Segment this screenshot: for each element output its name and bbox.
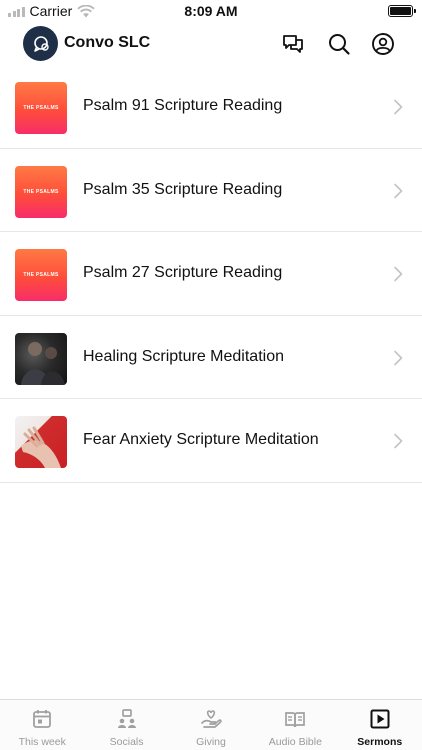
tab-sermons[interactable]: Sermons xyxy=(338,700,422,750)
search-button[interactable] xyxy=(327,32,351,56)
tab-this-week[interactable]: This week xyxy=(0,700,84,750)
sermon-row[interactable]: THE PSALMS Psalm 27 Scripture Reading xyxy=(0,232,422,316)
tab-audio-bible[interactable]: Audio Bible xyxy=(253,700,337,750)
tab-label: Socials xyxy=(109,736,144,748)
chevron-right-icon xyxy=(394,183,403,198)
hand-photo-image xyxy=(21,426,61,468)
tab-label: Audio Bible xyxy=(268,736,322,748)
sermon-row[interactable]: Healing Scripture Meditation xyxy=(0,316,422,399)
audio-bible-icon xyxy=(285,712,306,728)
tab-bar: This week Socials Giving Audio Bible Ser… xyxy=(0,699,422,750)
sermon-row[interactable]: THE PSALMS Psalm 91 Scripture Reading xyxy=(0,65,422,149)
sermon-thumbnail xyxy=(15,332,67,385)
tab-label: Sermons xyxy=(357,736,403,748)
logo-chat-icon xyxy=(33,35,49,52)
sermon-title: Psalm 27 Scripture Reading xyxy=(83,264,283,281)
battery-icon xyxy=(388,5,416,17)
sermon-title: Psalm 35 Scripture Reading xyxy=(83,180,283,198)
socials-icon xyxy=(117,709,136,728)
search-icon xyxy=(329,34,350,55)
sermon-title: Psalm 91 Scripture Reading xyxy=(83,97,283,114)
giving-icon xyxy=(201,710,222,728)
thumbnail-text: THE PSALMS xyxy=(23,105,59,111)
sermon-row[interactable]: Fear Anxiety Scripture Meditation xyxy=(0,399,422,483)
tab-giving[interactable]: Giving xyxy=(169,700,253,750)
app-logo xyxy=(23,26,58,61)
app-header: Convo SLC xyxy=(0,24,422,64)
sermon-list: THE PSALMS Psalm 91 Scripture Reading TH… xyxy=(0,65,422,483)
profile-icon xyxy=(372,33,394,55)
app-title: Convo SLC xyxy=(64,34,151,51)
chevron-right-icon xyxy=(394,266,403,282)
sermon-thumbnail: THE PSALMS xyxy=(15,165,67,218)
chat-button[interactable] xyxy=(281,32,305,56)
tab-socials[interactable]: Socials xyxy=(84,700,168,750)
sermon-thumbnail xyxy=(15,416,67,468)
sermon-thumbnail: THE PSALMS xyxy=(15,82,67,134)
chevron-right-icon xyxy=(394,433,403,449)
thumbnail-text: THE PSALMS xyxy=(23,188,59,195)
sermon-title: Fear Anxiety Scripture Meditation xyxy=(83,431,319,448)
sermon-thumbnail: THE PSALMS xyxy=(15,249,67,301)
sermon-row[interactable]: THE PSALMS Psalm 35 Scripture Reading xyxy=(0,149,422,232)
status-bar: Carrier 8:09 AM xyxy=(0,0,422,22)
calendar-icon xyxy=(33,710,52,728)
sermons-icon xyxy=(370,709,390,729)
chevron-right-icon xyxy=(394,350,403,365)
tab-label: Giving xyxy=(196,736,226,748)
sermon-title: Healing Scripture Meditation xyxy=(83,347,284,365)
profile-button[interactable] xyxy=(371,32,395,56)
tab-label: This week xyxy=(18,736,66,748)
thumbnail-text: THE PSALMS xyxy=(23,272,59,278)
chevron-right-icon xyxy=(394,99,403,115)
chat-icon xyxy=(283,35,303,53)
status-time: 8:09 AM xyxy=(184,3,238,19)
people-photo-image xyxy=(21,341,65,385)
